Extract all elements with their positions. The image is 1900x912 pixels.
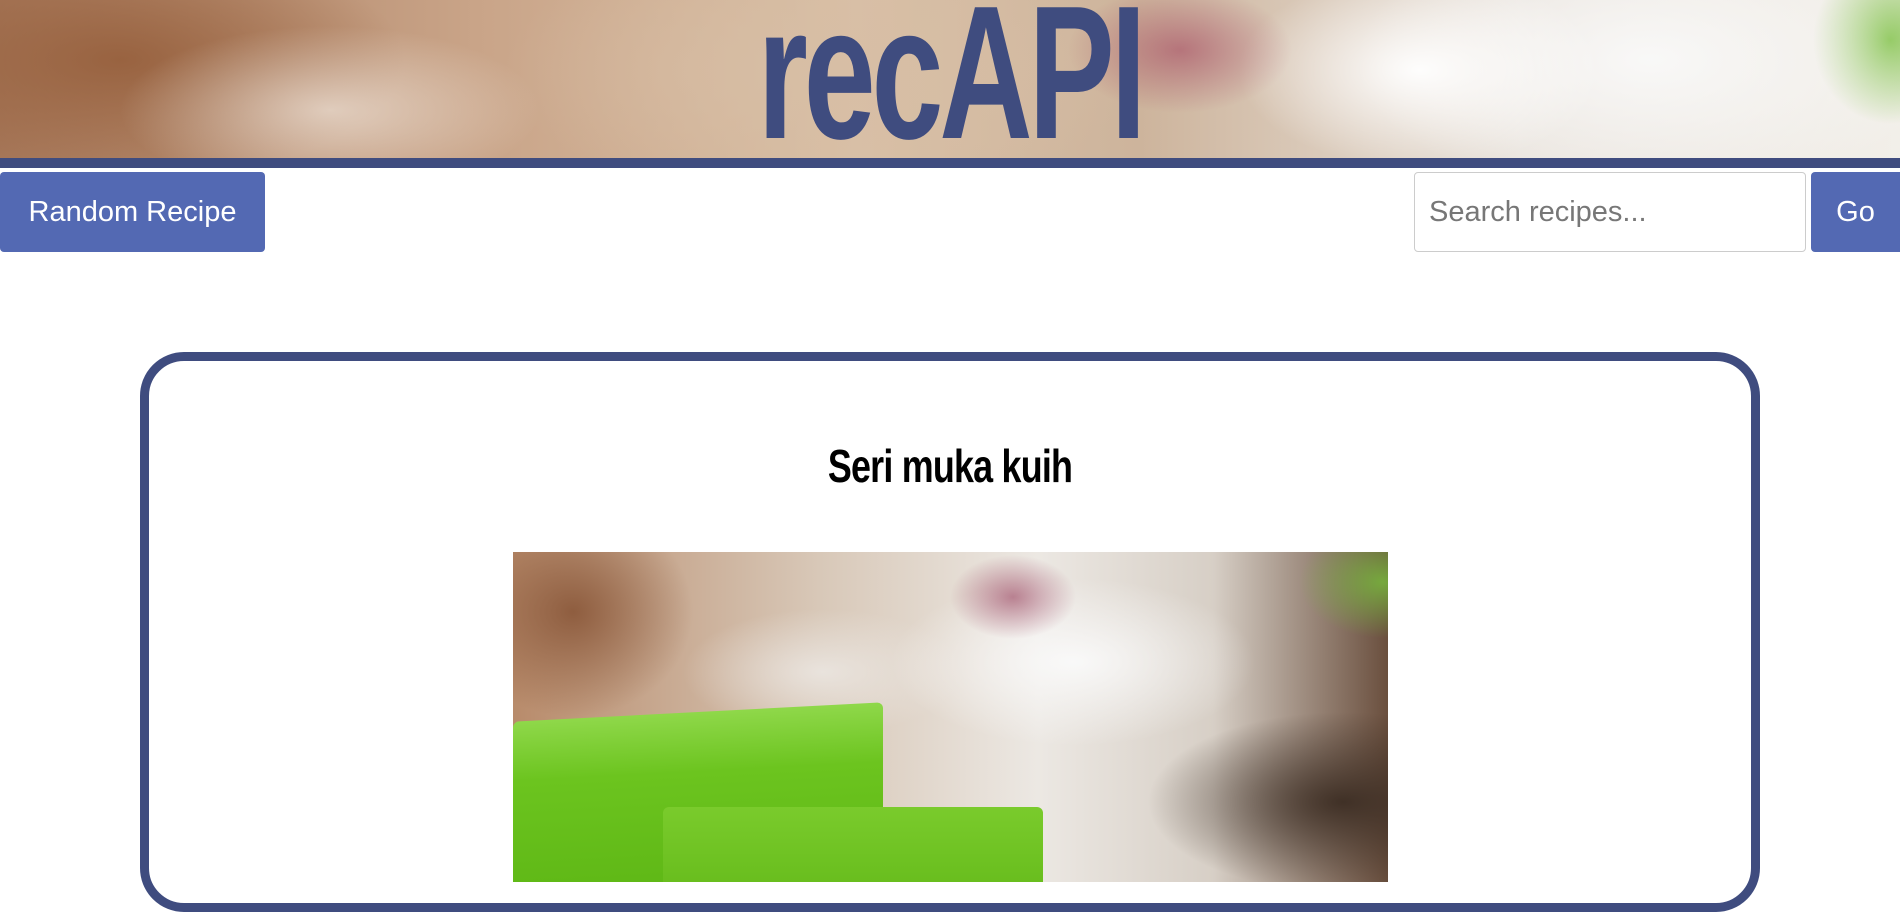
go-button[interactable]: Go [1811, 172, 1900, 252]
header-banner: recAPI [0, 0, 1900, 158]
recipe-image [513, 552, 1388, 882]
search-input[interactable] [1414, 172, 1806, 252]
header-divider [0, 158, 1900, 168]
recipe-title: Seri muka kuih [827, 440, 1073, 492]
recipe-card: Seri muka kuih [140, 352, 1760, 912]
random-recipe-button[interactable]: Random Recipe [0, 172, 265, 252]
nav-bar: Random Recipe Go [0, 172, 1900, 252]
kuih-piece [663, 807, 1043, 882]
site-logo[interactable]: recAPI [304, 0, 1596, 158]
